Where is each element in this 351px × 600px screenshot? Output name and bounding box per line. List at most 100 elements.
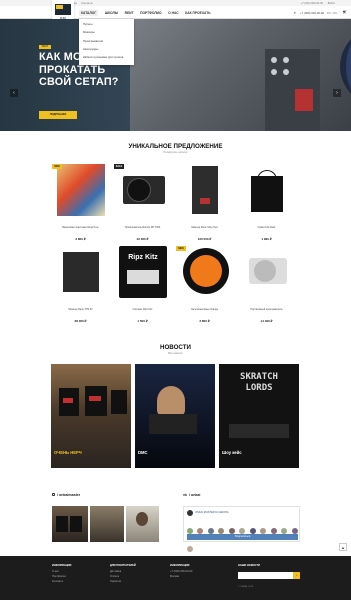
dropdown-item[interactable]: Кабели и разъёмы для пультов bbox=[83, 55, 130, 59]
footer-copyright: © ONKAI, 2019 bbox=[238, 586, 254, 588]
top-login[interactable]: Войти bbox=[328, 2, 335, 5]
search-icon[interactable]: ⌕ bbox=[294, 10, 296, 15]
instagram-title: / onkaimaster bbox=[52, 493, 80, 497]
products-title: УНИКАЛЬНОЕ ПРЕДЛОЖЕНИЕ bbox=[128, 143, 223, 150]
product-name: Виниловая пластинка Ninja Tune bbox=[62, 226, 99, 229]
vk-subscribe-button[interactable]: Подписаться bbox=[187, 534, 298, 540]
footer-col-contacts: ИНФОРМАЦИЯ +7 (000) 000-00-00 Москва bbox=[170, 564, 192, 580]
footer-col-news: НАШИ НОВОСТИ bbox=[238, 564, 260, 570]
product-name: Проигрыватель Reloop RP-7000 bbox=[124, 226, 161, 229]
product-card[interactable]: Ripz Kitz Слипмат Ripz Kitz 1 500 ₽ bbox=[114, 246, 171, 326]
footer-link[interactable]: Портфолио bbox=[52, 575, 71, 578]
product-price: 3 800 ₽ bbox=[75, 237, 86, 241]
product-card[interactable]: Микшер Rane Sixty-Two 120 000 ₽ bbox=[176, 164, 233, 244]
footer-link[interactable]: Контакты bbox=[52, 580, 71, 583]
nav-catalog[interactable]: КАТАЛОГ bbox=[79, 9, 99, 16]
instagram-icon[interactable] bbox=[52, 493, 55, 496]
news-label: ОЧЕНЬ НЕРЧ bbox=[54, 450, 82, 455]
product-card[interactable]: SALE Проигрыватель Reloop RP-7000 42 000… bbox=[114, 164, 171, 244]
new-badge: NEW bbox=[52, 164, 62, 169]
scroll-top-button[interactable]: ▲ bbox=[339, 543, 347, 551]
dropdown-item[interactable]: Проигрыватели bbox=[83, 39, 130, 43]
dropdown-item[interactable]: Аксессуары bbox=[83, 47, 130, 51]
product-name: Часы виниловые Orange bbox=[190, 308, 219, 311]
product-image bbox=[181, 246, 229, 298]
nav-about[interactable]: О НАС bbox=[168, 11, 179, 15]
product-name: Микшер Rane TTM 57 bbox=[68, 308, 93, 311]
product-card[interactable]: NEW Часы виниловые Orange 3 800 ₽ bbox=[176, 246, 233, 326]
vk-title: vk / onkai bbox=[183, 493, 200, 497]
dropdown-item[interactable]: Пульты bbox=[83, 22, 130, 26]
footer-col-info: ИНФОРМАЦИЯ О нас Портфолио Контакты bbox=[52, 564, 71, 585]
hero-next-icon[interactable]: › bbox=[333, 89, 341, 97]
instagram-post[interactable] bbox=[126, 506, 159, 542]
instagram-post[interactable] bbox=[90, 506, 124, 542]
vk-members bbox=[187, 521, 298, 552]
top-link-contacts[interactable]: Контакты bbox=[82, 2, 93, 5]
product-card[interactable]: Сумка KAI black 1 990 ₽ bbox=[238, 164, 295, 244]
hero-badge: RENT bbox=[39, 45, 51, 49]
mixer-image bbox=[265, 49, 320, 131]
news-title: НОВОСТИ bbox=[160, 344, 191, 351]
hero-banner: RENT КАК МОЖНО ПРОКАТАТЬ СВОЙ СЕТАП? ПОД… bbox=[0, 19, 351, 131]
footer-address: Москва bbox=[170, 575, 179, 578]
news-card[interactable]: DMC bbox=[135, 364, 215, 468]
product-image bbox=[181, 164, 229, 216]
hero-prev-icon[interactable]: ‹ bbox=[10, 89, 18, 97]
cart-icon[interactable]: 🛒︎ bbox=[343, 10, 347, 14]
new-badge: NEW bbox=[176, 246, 186, 251]
product-image bbox=[243, 164, 291, 216]
page: Оплата Доставка Контакты +7 (000) 000-00… bbox=[0, 0, 351, 600]
footer-link[interactable]: Гарантия bbox=[110, 580, 136, 583]
dropdown-item[interactable]: Миксеры bbox=[83, 30, 130, 34]
vk-group-name[interactable]: ONKAI MASTER DJ ШКОЛА bbox=[195, 511, 229, 514]
news-label: Шоу кейс bbox=[222, 450, 242, 455]
product-image bbox=[243, 246, 291, 298]
news-card[interactable]: ОЧЕНЬ НЕРЧ bbox=[51, 364, 131, 468]
product-price: 42 000 ₽ bbox=[136, 237, 149, 241]
language-switch[interactable]: RU / EN bbox=[327, 11, 337, 15]
product-price: 1 500 ₽ bbox=[137, 319, 148, 323]
hero-image bbox=[130, 19, 351, 131]
footer-col-title: ДЛЯ ПОКУПАТЕЛЕЙ bbox=[110, 564, 136, 567]
product-price: 1 990 ₽ bbox=[261, 237, 272, 241]
product-price: 120 000 ₽ bbox=[197, 237, 212, 241]
vk-group-avatar bbox=[187, 510, 193, 516]
nav-schools[interactable]: ШКОЛЫ bbox=[105, 11, 118, 15]
nav-directions[interactable]: КАК ПРОЕХАТЬ bbox=[185, 11, 210, 15]
footer-phone[interactable]: +7 (000) 000-00-00 bbox=[170, 570, 192, 573]
turntable-platter-image bbox=[340, 19, 351, 114]
instagram-handle[interactable]: / onkaimaster bbox=[57, 493, 80, 497]
footer-col-buyers: ДЛЯ ПОКУПАТЕЛЕЙ Доставка Оплата Гарантия bbox=[110, 564, 136, 585]
product-image bbox=[119, 164, 167, 216]
footer-link[interactable]: О нас bbox=[52, 570, 71, 573]
footer: ИНФОРМАЦИЯ О нас Портфолио Контакты ДЛЯ … bbox=[0, 556, 351, 600]
news-card[interactable]: SKRATCH LORDS Шоу кейс bbox=[219, 364, 299, 468]
footer-col-title: ИНФОРМАЦИЯ bbox=[170, 564, 190, 567]
footer-link[interactable]: Оплата bbox=[110, 575, 136, 578]
top-phone[interactable]: +7 (000) 000-00-00 bbox=[301, 2, 323, 5]
nav-portfolio[interactable]: ПОРТФОЛИО bbox=[140, 11, 162, 15]
nav-rent[interactable]: RENT bbox=[125, 11, 134, 15]
product-card[interactable]: NEW Виниловая пластинка Ninja Tune 3 800… bbox=[52, 164, 109, 244]
news-label: DMC bbox=[138, 450, 148, 455]
product-price: 14 490 ₽ bbox=[260, 319, 273, 323]
news-all-link[interactable]: Все новости bbox=[0, 352, 351, 355]
product-price: 3 800 ₽ bbox=[199, 319, 210, 323]
logo-mark bbox=[55, 4, 71, 15]
newsletter-submit-icon[interactable]: › bbox=[293, 572, 300, 579]
hero-more-button[interactable]: ПОДРОБНЕЕ bbox=[39, 111, 77, 119]
vk-widget: ONKAI MASTER DJ ШКОЛА Подписаться bbox=[183, 506, 300, 552]
vk-icon[interactable]: vk bbox=[183, 493, 187, 497]
product-card[interactable]: Микшер Rane TTM 57 38 000 ₽ bbox=[52, 246, 109, 326]
product-card[interactable]: Портативный проигрыватель 14 490 ₽ bbox=[238, 246, 295, 326]
product-image bbox=[57, 246, 105, 298]
instagram-post[interactable] bbox=[52, 506, 88, 542]
footer-link[interactable]: Доставка bbox=[110, 570, 136, 573]
product-image bbox=[57, 164, 105, 216]
product-image: Ripz Kitz bbox=[119, 246, 167, 298]
products-subtitle[interactable]: Посмотреть каталог bbox=[0, 151, 351, 154]
newsletter-email-input[interactable] bbox=[238, 572, 293, 579]
header-phone[interactable]: +7 (000) 000-00-00 bbox=[300, 11, 324, 15]
vk-handle[interactable]: / onkai bbox=[189, 493, 200, 497]
